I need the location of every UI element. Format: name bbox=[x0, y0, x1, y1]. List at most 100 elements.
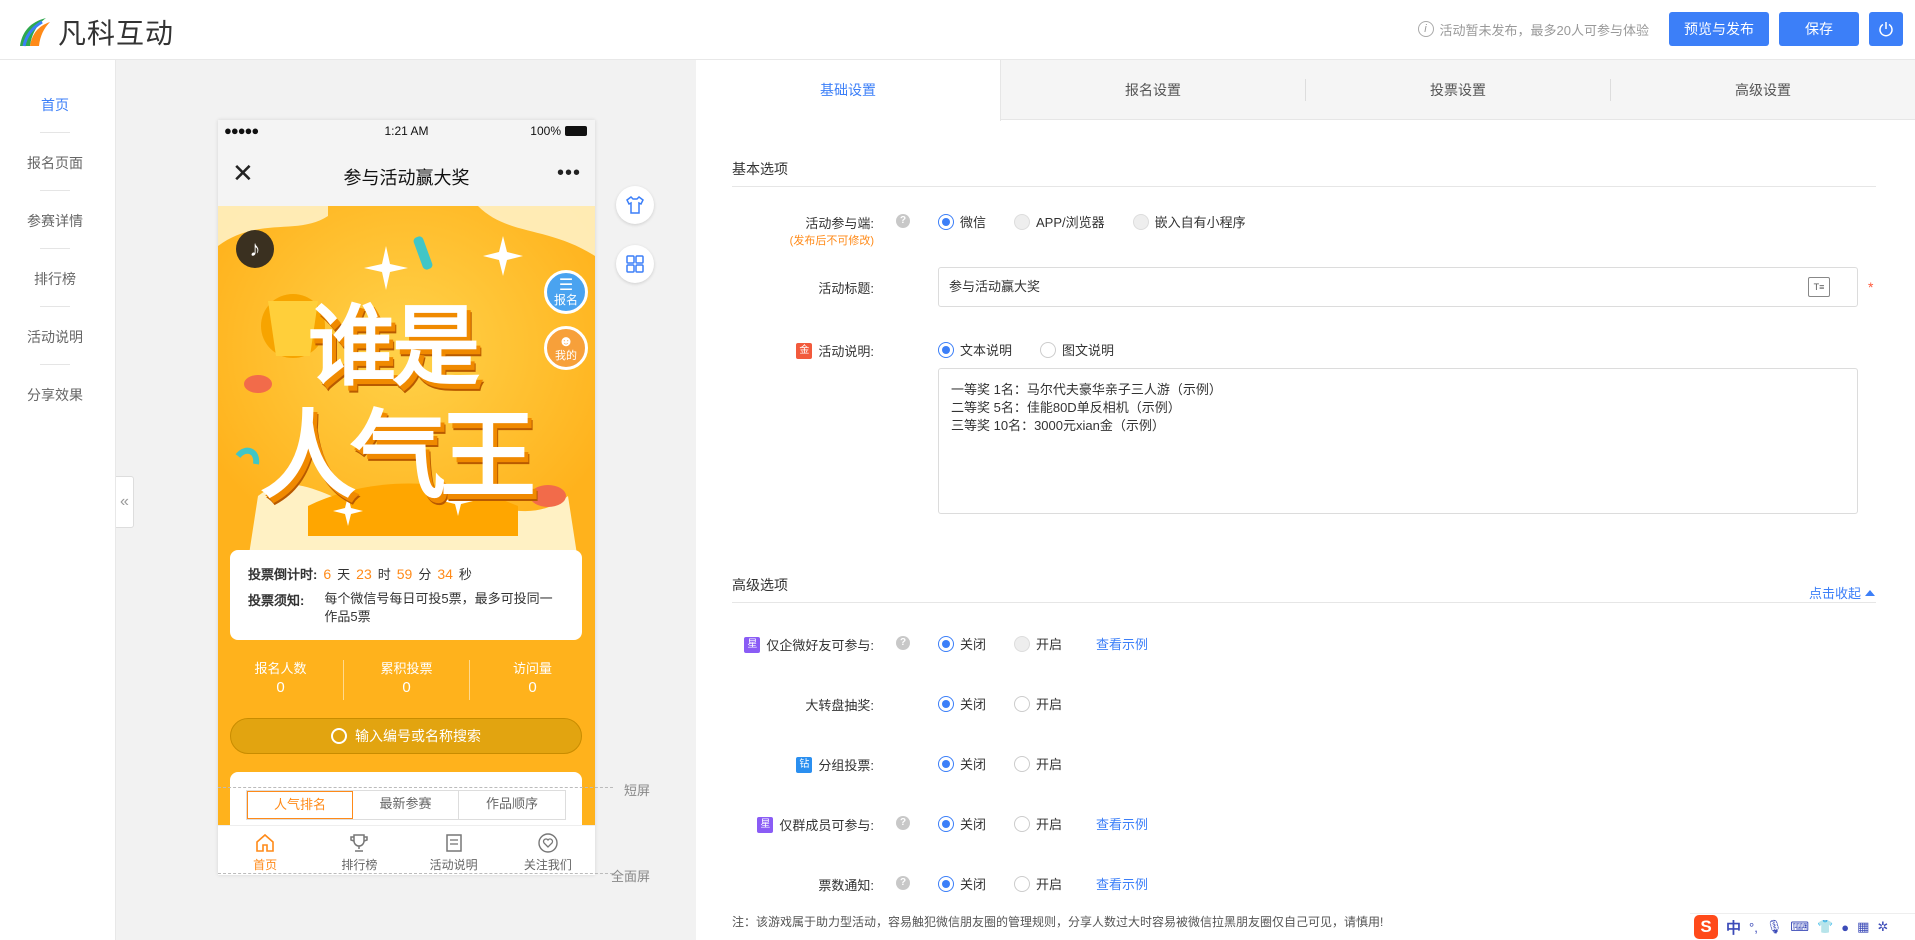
nav-item-leaderboard[interactable]: 排行榜 bbox=[0, 269, 110, 289]
option-off[interactable]: 关闭 bbox=[938, 694, 986, 713]
tabbar-activity-desc[interactable]: 活动说明 bbox=[407, 826, 501, 875]
radio-icon bbox=[1014, 635, 1031, 652]
option-on[interactable]: 开启 bbox=[1014, 634, 1062, 653]
vote-rules-label: 投票须知: bbox=[248, 593, 305, 608]
option-off[interactable]: 关闭 bbox=[938, 874, 986, 893]
keyboard-icon[interactable]: ⌨ bbox=[1790, 919, 1809, 935]
phone-preview: ●●●●● 1:21 AM 100% ✕ 参与活动赢大奖 ••• 谁是 人气王 … bbox=[218, 120, 595, 875]
help-icon[interactable]: ? bbox=[896, 876, 910, 890]
platform-row: 活动参与端: (发布后不可修改) ? 微信 APP/浏览器 嵌入自有小程序 bbox=[696, 210, 1915, 247]
tabbar-home[interactable]: 首页 bbox=[218, 826, 312, 875]
option-on[interactable]: 开启 bbox=[1014, 874, 1062, 893]
tab-order[interactable]: 作品顺序 bbox=[459, 791, 565, 819]
microphone-icon[interactable]: 🎙 bbox=[1766, 919, 1783, 935]
nav-item-signup-page[interactable]: 报名页面 bbox=[0, 153, 110, 173]
game-icon[interactable]: ● bbox=[1841, 920, 1849, 935]
advanced-section-title: 高级选项 bbox=[732, 577, 788, 593]
option-off[interactable]: 关闭 bbox=[938, 814, 986, 833]
desc-option-text[interactable]: 文本说明 bbox=[938, 340, 1012, 359]
radio-icon bbox=[1132, 213, 1149, 230]
vote-rules-text: 每个微信号每日可投5票，最多可投同一作品5票 bbox=[324, 591, 553, 624]
skin-icon[interactable]: 👕 bbox=[1817, 919, 1833, 935]
logo-text: 凡科互动 bbox=[58, 17, 175, 50]
help-icon[interactable]: ? bbox=[896, 636, 910, 650]
option-label: 嵌入自有小程序 bbox=[1154, 215, 1246, 230]
platform-option-miniprogram[interactable]: 嵌入自有小程序 bbox=[1132, 212, 1246, 231]
tab-latest[interactable]: 最新参赛 bbox=[353, 791, 459, 819]
nav-item-home[interactable]: 首页 bbox=[0, 95, 110, 115]
nav-collapse-button[interactable]: « bbox=[116, 476, 134, 528]
phone-tab-bar: 首页 排行榜 活动说明 关注我们 bbox=[218, 825, 595, 875]
description-textarea[interactable]: 一等奖 1名：马尔代夫豪华亲子三人游（示例） 二等奖 5名：佳能80D单反相机（… bbox=[938, 368, 1858, 514]
countdown-seconds: 34 bbox=[437, 566, 453, 582]
settings-tabs: 基础设置 报名设置 投票设置 高级设置 bbox=[696, 60, 1915, 121]
nav-item-entry-details[interactable]: 参赛详情 bbox=[0, 211, 110, 231]
gold-badge-icon: 金 bbox=[796, 342, 813, 359]
ime-toolbar: S 中 °, 🎙 ⌨ 👕 ● ▦ ✲ bbox=[1690, 913, 1915, 940]
signup-float-button[interactable]: ☰ 报名 bbox=[544, 270, 588, 314]
option-label: APP/浏览器 bbox=[1036, 215, 1105, 230]
nav-item-share-effect[interactable]: 分享效果 bbox=[0, 385, 110, 405]
option-label: 图文说明 bbox=[1062, 343, 1115, 358]
option-on[interactable]: 开启 bbox=[1014, 694, 1062, 713]
option-off[interactable]: 关闭 bbox=[938, 754, 986, 773]
platform-option-app[interactable]: APP/浏览器 bbox=[1014, 212, 1105, 231]
phone-nav-title: 参与活动赢大奖 bbox=[343, 168, 470, 188]
preview-publish-button[interactable]: 预览与发布 bbox=[1669, 12, 1769, 46]
radio-icon bbox=[1014, 695, 1031, 712]
text-format-icon[interactable]: T≡ bbox=[1808, 277, 1830, 297]
help-icon[interactable]: ? bbox=[896, 214, 910, 228]
radio-icon bbox=[1040, 341, 1057, 358]
help-icon[interactable]: ? bbox=[896, 816, 910, 830]
nav-item-activity-desc[interactable]: 活动说明 bbox=[0, 327, 110, 347]
option-on[interactable]: 开启 bbox=[1014, 754, 1062, 773]
option-label: 开启 bbox=[1036, 697, 1063, 712]
phone-search-bar[interactable]: 输入编号或名称搜索 bbox=[230, 718, 582, 754]
tab-advanced-settings[interactable]: 高级设置 bbox=[1611, 60, 1915, 119]
settings-panel: 基础设置 报名设置 投票设置 高级设置 基本选项 活动参与端: (发布后不可修改… bbox=[696, 60, 1915, 940]
grid-icon[interactable]: ▦ bbox=[1857, 919, 1869, 935]
description-row: 金 活动说明: 文本说明 图文说明 bbox=[696, 338, 1915, 362]
ime-lang[interactable]: 中 bbox=[1726, 917, 1741, 938]
more-icon[interactable]: ••• bbox=[557, 162, 581, 185]
tab-popularity[interactable]: 人气排名 bbox=[247, 791, 353, 819]
option-off[interactable]: 关闭 bbox=[938, 634, 986, 653]
settings-icon[interactable]: ✲ bbox=[1877, 919, 1888, 935]
activity-title-input[interactable]: 参与活动赢大奖 bbox=[938, 267, 1858, 307]
mine-float-button[interactable]: ☻ 我的 bbox=[544, 326, 588, 370]
ime-punct[interactable]: °, bbox=[1749, 920, 1758, 935]
adv-row-label: 仅企微好友可参与: bbox=[766, 638, 874, 653]
collapse-advanced-link[interactable]: 点击收起 bbox=[1809, 583, 1875, 602]
save-button[interactable]: 保存 bbox=[1779, 12, 1859, 46]
tab-signup-settings[interactable]: 报名设置 bbox=[1001, 60, 1305, 119]
tabbar-label: 活动说明 bbox=[429, 858, 478, 872]
radio-icon bbox=[1014, 875, 1031, 892]
stat-label: 报名人数 bbox=[254, 661, 307, 676]
modules-button[interactable] bbox=[616, 245, 654, 283]
tabbar-leaderboard[interactable]: 排行榜 bbox=[312, 826, 406, 875]
tabbar-label: 排行榜 bbox=[341, 858, 378, 872]
option-label: 开启 bbox=[1036, 817, 1063, 832]
nav-divider bbox=[40, 306, 70, 307]
view-example-link[interactable]: 查看示例 bbox=[1096, 634, 1148, 653]
signup-float-label: 报名 bbox=[553, 293, 578, 307]
phone-nav-bar: ✕ 参与活动赢大奖 ••• bbox=[218, 142, 595, 206]
option-on[interactable]: 开启 bbox=[1014, 814, 1062, 833]
tabbar-follow[interactable]: 关注我们 bbox=[501, 826, 595, 875]
tab-basic-settings[interactable]: 基础设置 bbox=[696, 60, 1001, 121]
view-example-link[interactable]: 查看示例 bbox=[1096, 874, 1148, 893]
theme-button[interactable] bbox=[616, 186, 654, 224]
adv-row-label: 仅群成员可参与: bbox=[779, 818, 874, 833]
countdown-days: 6 bbox=[323, 566, 332, 582]
star-badge-icon: 星 bbox=[744, 636, 761, 653]
stat-value: 0 bbox=[528, 679, 537, 696]
desc-option-rich[interactable]: 图文说明 bbox=[1040, 340, 1114, 359]
tab-vote-settings[interactable]: 投票设置 bbox=[1306, 60, 1610, 119]
power-button[interactable] bbox=[1869, 12, 1903, 46]
brand-logo[interactable]: 凡科互动 bbox=[16, 12, 174, 52]
view-example-link[interactable]: 查看示例 bbox=[1096, 814, 1148, 833]
music-toggle-icon[interactable]: ♪ bbox=[236, 230, 274, 268]
stat-signups: 报名人数 0 bbox=[218, 658, 343, 704]
sogou-logo-icon[interactable]: S bbox=[1694, 915, 1718, 939]
platform-option-wechat[interactable]: 微信 bbox=[938, 212, 986, 231]
